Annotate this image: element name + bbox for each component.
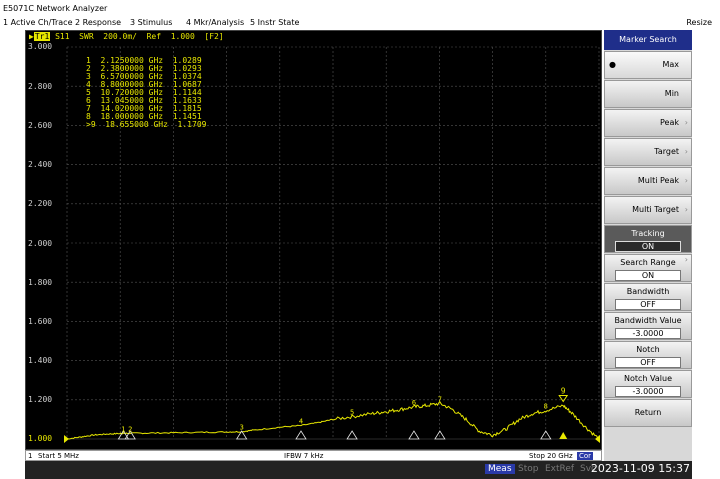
y-tick-label: 2.600: [28, 121, 53, 130]
channel-number: 1: [28, 452, 33, 460]
marker-label: 1: [121, 425, 125, 433]
marker-label: 5: [350, 409, 354, 417]
instrument-status-bar: Meas Stop ExtRef Svc 2023-11-09 15:37: [25, 461, 692, 479]
stop-indicator: Stop: [518, 464, 539, 474]
chevron-right-icon: ›: [684, 255, 688, 264]
bandwidth-value-toggle: OFF: [615, 299, 681, 310]
notch-value-toggle: OFF: [615, 357, 681, 368]
datetime: 2023-11-09 15:37: [590, 462, 690, 475]
resize-button[interactable]: Resize: [686, 18, 712, 27]
trace-tag[interactable]: Tr1: [33, 32, 51, 41]
ref-left-icon: [64, 435, 69, 443]
y-tick-label-ref: 1.000: [28, 434, 53, 443]
start-frequency[interactable]: Start 5 MHz: [38, 452, 79, 460]
marker-label: 4: [299, 418, 303, 426]
softkey-notch[interactable]: Notch OFF: [604, 341, 692, 369]
active-marker-icon: [559, 432, 568, 439]
y-tick-label: 2.000: [28, 239, 53, 248]
softkey-panel: Marker Search ● Max Min Peak › Target › Mul…: [604, 30, 692, 461]
channel-status-bar: 1 Start 5 MHz IFBW 7 kHz Stop 20 GHz Cor: [25, 450, 602, 461]
y-tick-label: 1.200: [28, 395, 53, 404]
marker-label: 2: [128, 425, 132, 433]
softkey-bandwidth[interactable]: Bandwidth OFF: [604, 283, 692, 311]
softkey-label: Peak: [660, 118, 679, 127]
softkey-label: Bandwidth: [626, 287, 670, 296]
softkey-label: Target: [654, 147, 679, 156]
marker-label: 8: [544, 403, 548, 411]
marker-value: 1.1709: [177, 120, 207, 129]
marker-triangle-icon: [295, 430, 307, 440]
softkey-multi-peak[interactable]: Multi Peak ›: [604, 167, 692, 195]
left-strip: [0, 30, 25, 479]
y-tick-label: 1.600: [28, 317, 53, 326]
trace-plot[interactable]: 12 3 4 5 6 7 8 9 ▶Tr1 S11 SWR 200.0m/ Ref 1.000…: [25, 30, 602, 450]
softkey-label: Return: [634, 408, 662, 417]
softkey-tracking[interactable]: Tracking ON: [604, 225, 692, 253]
softkey-label: Multi Peak: [637, 176, 679, 185]
stop-frequency[interactable]: Stop 20 GHz: [529, 452, 573, 460]
tracking-value: ON: [615, 241, 681, 252]
marker-triangle-icon: [346, 430, 358, 440]
marker-num: >9: [86, 120, 96, 129]
chevron-right-icon: ›: [684, 147, 688, 156]
marker-freq: 18.655000 GHz: [105, 120, 168, 129]
marker-triangle-icon: [434, 430, 446, 440]
softkey-search-range[interactable]: Search Range ON ›: [604, 254, 692, 282]
y-tick-label: 1.400: [28, 356, 53, 365]
chevron-right-icon: ›: [684, 205, 688, 214]
softkey-label: Bandwidth Value: [614, 316, 682, 325]
softkey-notch-value[interactable]: Notch Value -3.0000: [604, 370, 692, 398]
extref-indicator: ExtRef: [545, 464, 575, 474]
marker-label: 7: [438, 395, 442, 403]
marker-triangle-icon: [408, 430, 420, 440]
softkey-label: Max: [662, 60, 679, 69]
softkey-multi-target[interactable]: Multi Target ›: [604, 196, 692, 224]
bandwidth-value-field: -3.0000: [615, 328, 681, 339]
softkey-min[interactable]: Min: [604, 80, 692, 108]
right-gutter: [692, 30, 720, 479]
menu-response[interactable]: 2 Response: [75, 18, 121, 27]
trace-params: S11 SWR 200.0m/ Ref 1.000 [F2]: [50, 32, 224, 41]
marker-row: >9 18.655000 GHz 1.1709: [86, 121, 206, 129]
chevron-right-icon: ›: [684, 176, 688, 185]
softkey-peak[interactable]: Peak ›: [604, 109, 692, 137]
notch-value-field: -3.0000: [615, 386, 681, 397]
correction-badge: Cor: [577, 452, 594, 460]
softkey-menu-title: Marker Search: [604, 30, 692, 50]
y-tick-label: 2.800: [28, 82, 53, 91]
softkey-label: Tracking: [631, 229, 665, 238]
trace-header: ▶Tr1 S11 SWR 200.0m/ Ref 1.000 [F2]: [29, 32, 224, 41]
softkey-label: Notch Value: [624, 374, 672, 383]
softkey-label: Search Range: [620, 258, 676, 267]
menu-active-ch-trace[interactable]: 1 Active Ch/Trace: [3, 18, 73, 27]
title-bar: E5071C Network Analyzer: [0, 0, 720, 16]
softkey-label: Notch: [636, 345, 660, 354]
marker-label: 3: [240, 424, 244, 432]
marker-label: 9: [561, 387, 566, 396]
selected-dot-icon: ●: [609, 60, 616, 69]
search-range-value: ON: [615, 270, 681, 281]
marker-table: 1 2.1250000 GHz 1.0289 2 2.3800000 GHz 1…: [86, 57, 206, 129]
softkey-label: Min: [664, 89, 679, 98]
y-tick-label: 2.200: [28, 199, 53, 208]
menu-bar: 1 Active Ch/Trace 2 Response 3 Stimulus …: [0, 16, 720, 30]
marker-label: 6: [412, 399, 416, 407]
ref-right-icon: [595, 435, 600, 443]
softkey-bandwidth-value[interactable]: Bandwidth Value -3.0000: [604, 312, 692, 340]
y-tick-label: 1.800: [28, 278, 53, 287]
ifbw-setting[interactable]: IFBW 7 kHz: [284, 452, 323, 460]
softkey-label: Multi Target: [632, 205, 679, 214]
menu-mkr-analysis[interactable]: 4 Mkr/Analysis: [186, 18, 244, 27]
menu-stimulus[interactable]: 3 Stimulus: [130, 18, 172, 27]
y-tick-label: 2.400: [28, 160, 53, 169]
y-tick-label: 3.000: [28, 42, 53, 51]
softkey-max[interactable]: ● Max: [604, 51, 692, 79]
softkey-target[interactable]: Target ›: [604, 138, 692, 166]
chevron-right-icon: ›: [684, 118, 688, 127]
menu-instr-state[interactable]: 5 Instr State: [250, 18, 299, 27]
meas-indicator: Meas: [485, 464, 515, 474]
window-title: E5071C Network Analyzer: [3, 4, 108, 13]
softkey-return[interactable]: Return: [604, 399, 692, 427]
marker-9-triangle-icon: [558, 395, 569, 403]
